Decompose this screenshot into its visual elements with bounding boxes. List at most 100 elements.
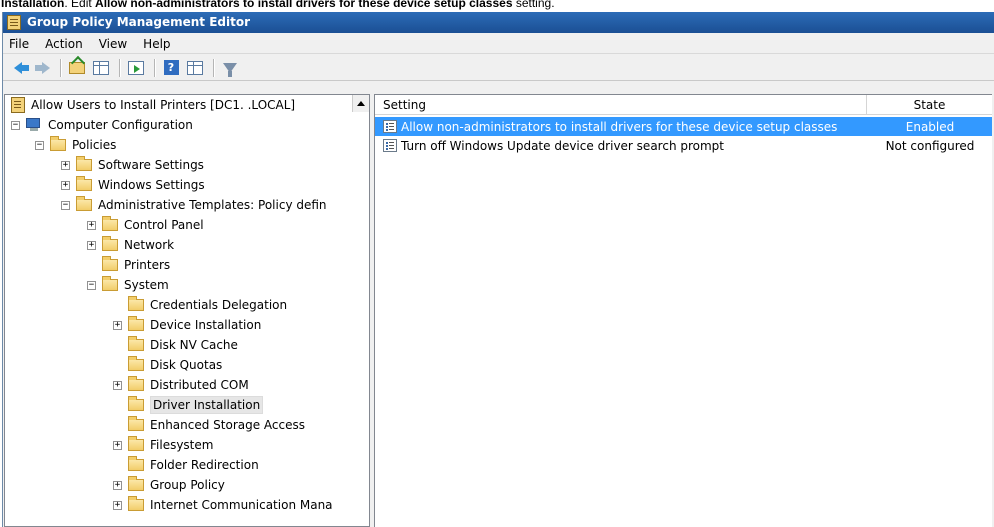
tree-item-internet-communication-management[interactable]: + Internet Communication Mana (113, 495, 333, 515)
menu-help[interactable]: Help (143, 37, 170, 51)
tree-pane[interactable]: Allow Users to Install Printers [DC1. .L… (4, 94, 370, 527)
menu-view[interactable]: View (99, 37, 127, 51)
folder-icon (128, 496, 144, 511)
folder-icon (128, 336, 144, 351)
expand-icon[interactable]: + (113, 320, 122, 330)
tree-item-label: Computer Configuration (48, 118, 193, 132)
properties-button[interactable] (184, 57, 206, 79)
folder-icon (128, 416, 144, 431)
toolbar: ? (3, 55, 994, 81)
forward-button[interactable] (31, 57, 53, 79)
setting-cell: Turn off Windows Update device driver se… (375, 139, 867, 153)
export-list-button[interactable] (125, 57, 147, 79)
tree-item-label: Windows Settings (98, 178, 205, 192)
folder-icon (128, 456, 144, 471)
up-folder-icon (69, 61, 85, 74)
tree-item-label: Disk NV Cache (150, 338, 238, 352)
tree-root-label: Allow Users to Install Printers [DC1. .L… (31, 98, 296, 112)
tree-item-label: Printers (124, 258, 171, 272)
collapse-icon[interactable]: − (35, 140, 44, 150)
caption-bold: Allow non-administrators to install driv… (95, 0, 513, 10)
tree-item-disk-quotas[interactable]: Disk Quotas (113, 355, 222, 375)
policy-setting-icon (383, 139, 397, 152)
tree-item-label: Policies (72, 138, 117, 152)
tree-item-driver-installation[interactable]: Driver Installation (113, 395, 264, 415)
export-list-icon (128, 60, 144, 75)
properties-icon (187, 60, 203, 75)
caption-prefix: Installation (1, 0, 65, 10)
folder-icon (128, 476, 144, 491)
tree-item-windows-settings[interactable]: + Windows Settings (61, 175, 205, 195)
caption-suffix: setting. (512, 0, 555, 10)
list-row-selected[interactable]: Allow non-administrators to install driv… (375, 117, 992, 136)
tree-item-label: Administrative Templates: Policy defin (98, 198, 327, 212)
collapse-icon[interactable]: − (61, 200, 70, 210)
collapse-icon[interactable]: − (11, 120, 20, 130)
tree-item-control-panel[interactable]: + Control Panel (87, 215, 204, 235)
tree-item-policies[interactable]: − Policies (35, 135, 116, 155)
up-one-level-button[interactable] (66, 57, 88, 79)
expand-icon[interactable]: + (113, 440, 122, 450)
menu-file[interactable]: File (9, 37, 29, 51)
help-button[interactable]: ? (160, 57, 182, 79)
tree-item-disk-nv-cache[interactable]: Disk NV Cache (113, 335, 238, 355)
tree-item-label: Credentials Delegation (150, 298, 288, 312)
folder-icon (50, 136, 66, 151)
expand-icon[interactable]: + (87, 220, 96, 230)
tree-item-credentials-delegation[interactable]: Credentials Delegation (113, 295, 287, 315)
expand-icon[interactable]: + (113, 380, 122, 390)
caption-middle: . Edit (64, 0, 96, 10)
collapse-icon[interactable]: − (87, 280, 96, 290)
folder-icon (128, 296, 144, 311)
column-header-state[interactable]: State (867, 95, 992, 115)
expand-icon[interactable]: + (61, 180, 70, 190)
expand-icon[interactable]: + (113, 480, 122, 490)
expand-icon[interactable]: + (61, 160, 70, 170)
settings-list-pane: Setting State Allow non-administrators t… (374, 94, 992, 527)
tree-root[interactable]: Allow Users to Install Printers [DC1. .L… (11, 95, 295, 115)
scroll-up-arrow[interactable] (352, 95, 369, 112)
tree-item-device-installation[interactable]: + Device Installation (113, 315, 261, 335)
computer-icon (26, 118, 42, 132)
tree-item-label: Distributed COM (150, 378, 249, 392)
back-button[interactable] (7, 57, 29, 79)
folder-icon (76, 156, 92, 171)
tree-item-printers[interactable]: Printers (87, 255, 170, 275)
folder-icon (128, 396, 144, 411)
list-row[interactable]: Turn off Windows Update device driver se… (375, 136, 992, 155)
setting-cell: Allow non-administrators to install driv… (375, 120, 867, 134)
policy-setting-icon (383, 120, 397, 133)
filter-icon (223, 62, 237, 77)
expand-icon[interactable]: + (113, 500, 122, 510)
tree-item-folder-redirection[interactable]: Folder Redirection (113, 455, 259, 475)
folder-icon (102, 236, 118, 251)
expand-icon[interactable]: + (87, 240, 96, 250)
tree-item-software-settings[interactable]: + Software Settings (61, 155, 204, 175)
column-header-setting[interactable]: Setting (375, 95, 867, 115)
tree-item-label: System (124, 278, 169, 292)
back-icon (14, 61, 29, 74)
tree-item-group-policy[interactable]: + Group Policy (113, 475, 225, 495)
show-hide-tree-button[interactable] (90, 57, 112, 79)
tree-item-label: Filesystem (150, 438, 214, 452)
list-header: Setting State (375, 95, 992, 115)
tree-item-label: Group Policy (150, 478, 225, 492)
tree-item-label: Device Installation (150, 318, 262, 332)
setting-name: Turn off Windows Update device driver se… (401, 138, 724, 153)
tree-item-filesystem[interactable]: + Filesystem (113, 435, 213, 455)
filter-button[interactable] (219, 57, 241, 79)
folder-icon (128, 436, 144, 451)
folder-icon (102, 276, 118, 291)
tree-item-enhanced-storage-access[interactable]: Enhanced Storage Access (113, 415, 305, 435)
title-bar[interactable]: Group Policy Management Editor (3, 12, 994, 33)
tree-item-computer-configuration[interactable]: − Computer Configuration (11, 115, 193, 135)
tree-item-administrative-templates[interactable]: − Administrative Templates: Policy defin (61, 195, 327, 215)
folder-icon (76, 196, 92, 211)
tree-item-distributed-com[interactable]: + Distributed COM (113, 375, 249, 395)
toolbar-separator (154, 58, 155, 77)
show-hide-tree-icon (93, 60, 109, 75)
tree-item-network[interactable]: + Network (87, 235, 174, 255)
toolbar-separator (60, 58, 61, 77)
tree-item-system[interactable]: − System (87, 275, 169, 295)
menu-action[interactable]: Action (45, 37, 83, 51)
